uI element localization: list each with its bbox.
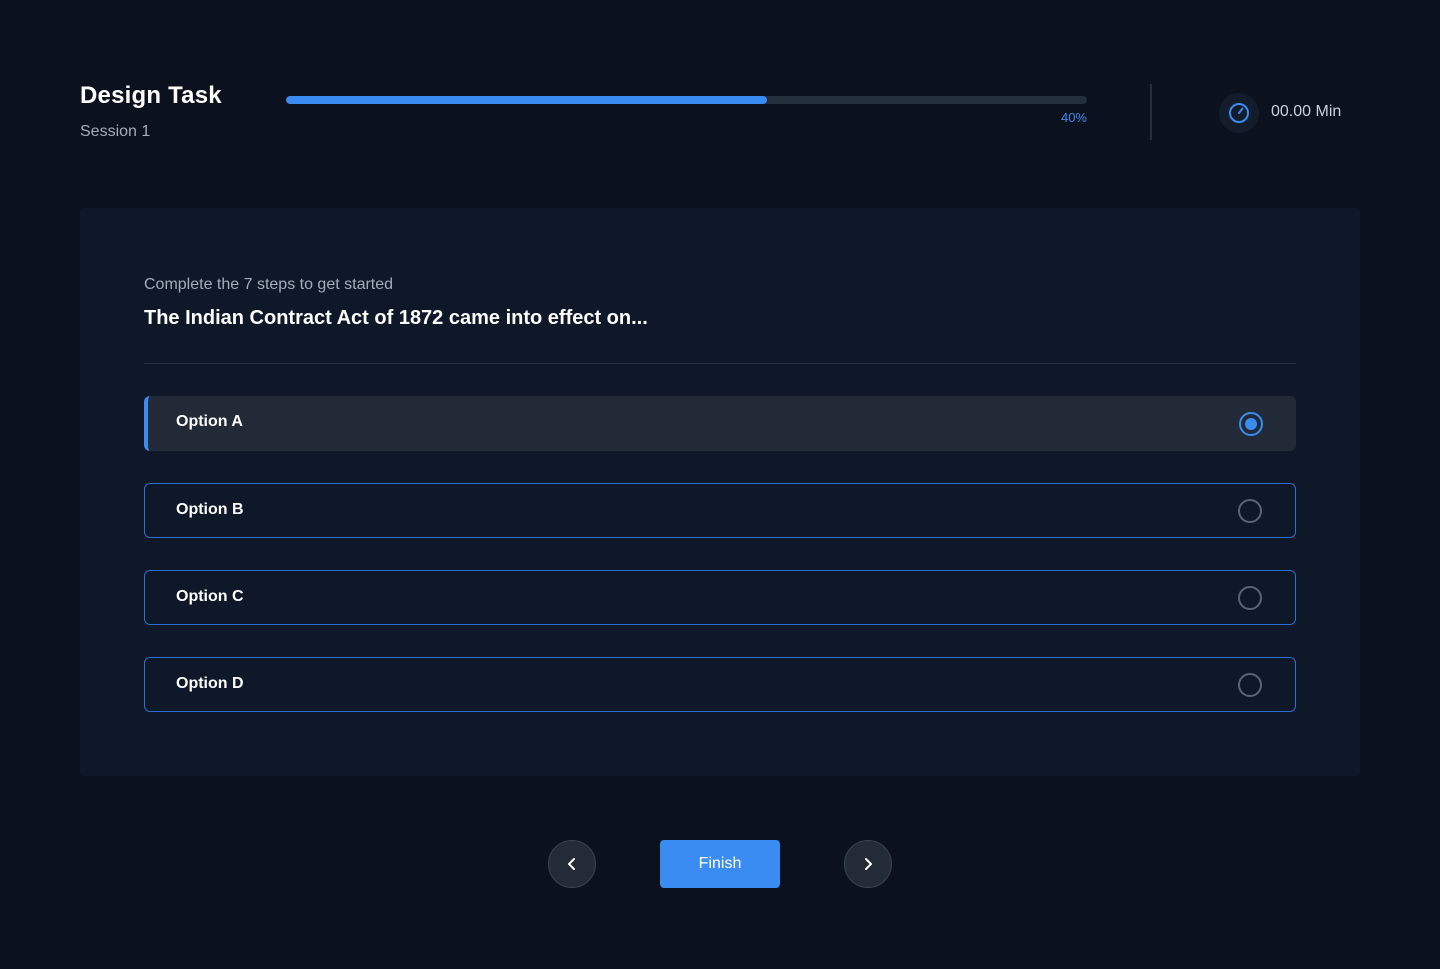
timer-icon — [1219, 93, 1259, 133]
progress-bar — [286, 96, 1087, 104]
header-divider — [1150, 84, 1152, 140]
option-label: Option C — [176, 588, 244, 605]
radio-button[interactable] — [1239, 412, 1263, 436]
radio-button[interactable] — [1238, 673, 1262, 697]
chevron-right-icon — [865, 858, 872, 870]
radio-button[interactable] — [1238, 499, 1262, 523]
header: Design Task Session 1 40% 00.00 Min — [0, 0, 1440, 180]
next-button[interactable] — [844, 840, 892, 888]
radio-selected-dot — [1245, 418, 1257, 430]
finish-button[interactable]: Finish — [660, 840, 780, 888]
option-a[interactable]: Option A — [144, 396, 1296, 451]
progress-percent-label: 40% — [1060, 110, 1087, 125]
question-text: The Indian Contract Act of 1872 came int… — [144, 307, 648, 329]
progress-bar-fill — [286, 96, 767, 104]
option-label: Option B — [176, 501, 244, 518]
page-title: Design Task — [80, 82, 222, 109]
question-divider — [144, 363, 1296, 364]
option-d[interactable]: Option D — [144, 657, 1296, 712]
instruction-text: Complete the 7 steps to get started — [144, 276, 394, 293]
option-label: Option A — [176, 413, 243, 430]
question-card: Complete the 7 steps to get started The … — [80, 208, 1360, 776]
chevron-left-icon — [568, 858, 575, 870]
session-label: Session 1 — [80, 123, 151, 140]
timer-text: 00.00 Min — [1271, 103, 1342, 120]
option-b[interactable]: Option B — [144, 483, 1296, 538]
radio-button[interactable] — [1238, 586, 1262, 610]
previous-button[interactable] — [548, 840, 596, 888]
option-label: Option D — [176, 675, 244, 692]
option-c[interactable]: Option C — [144, 570, 1296, 625]
